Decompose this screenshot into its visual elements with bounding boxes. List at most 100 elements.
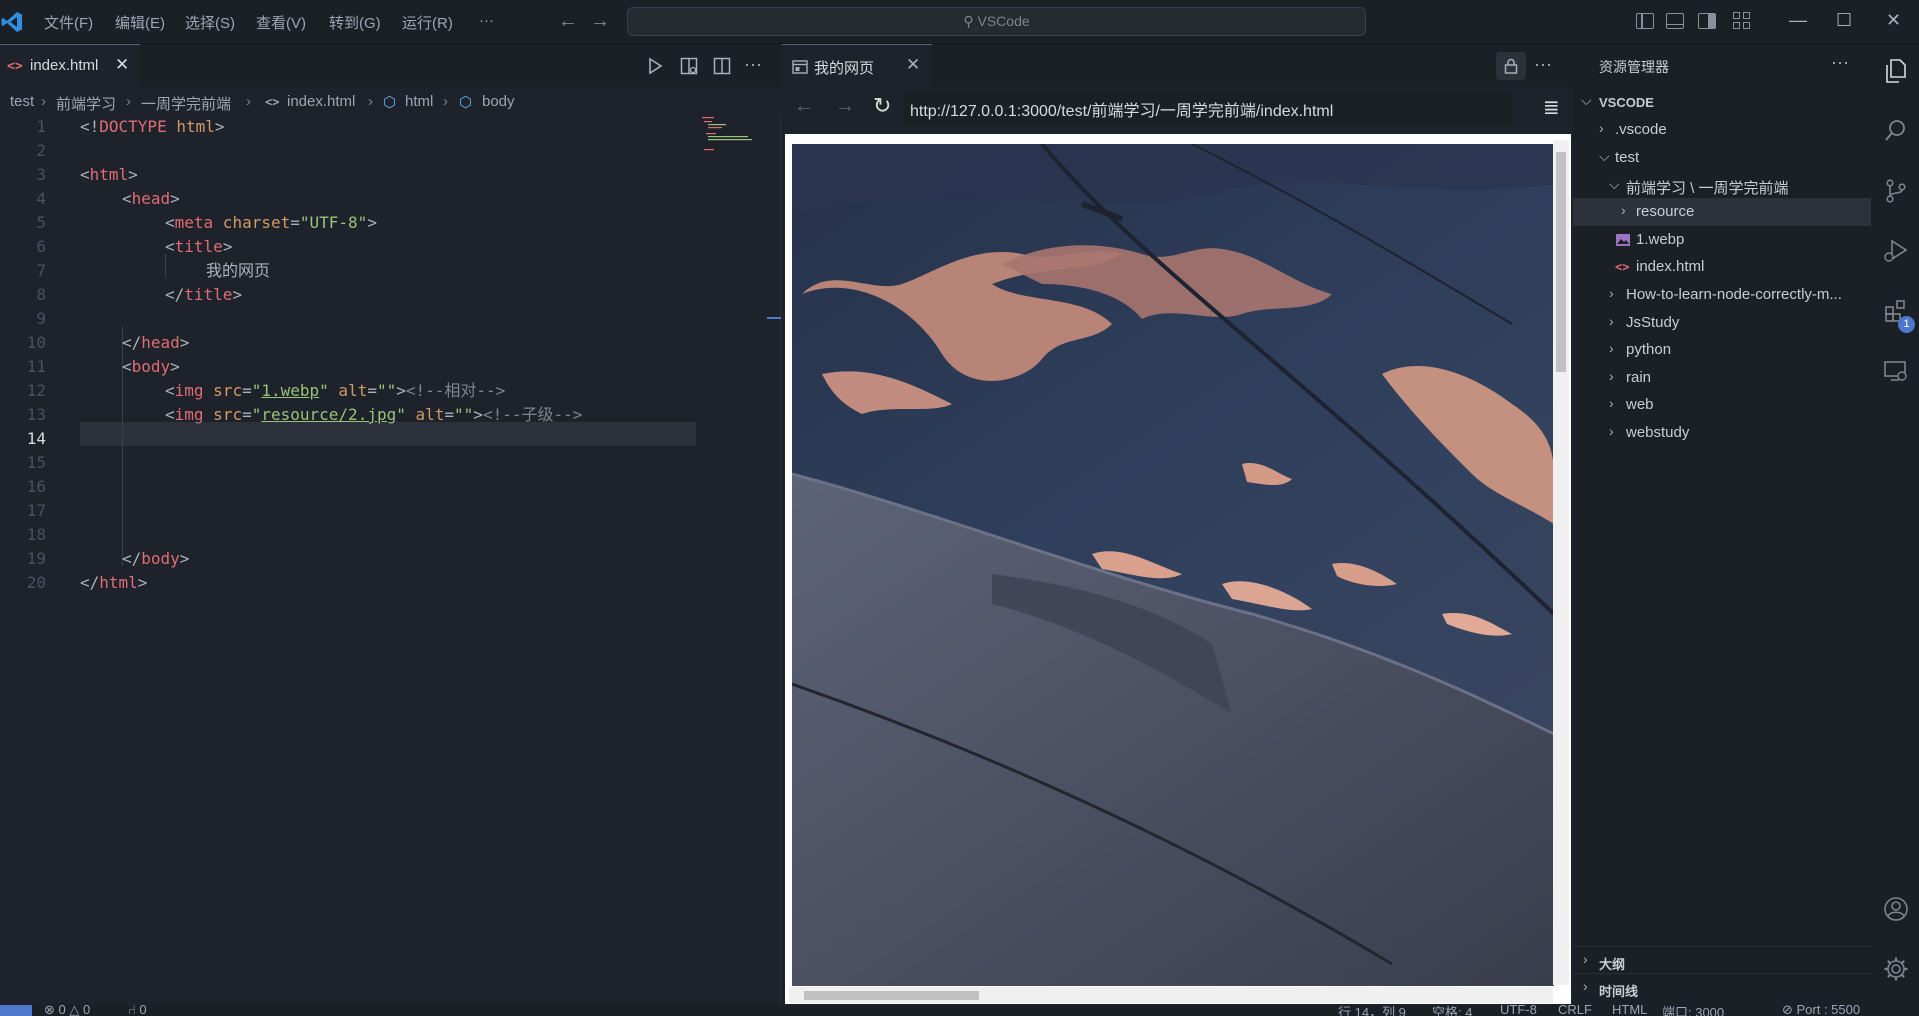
html-file-icon: <> (265, 95, 280, 109)
settings-gear-icon[interactable] (1883, 956, 1909, 982)
explorer-more-icon[interactable]: ··· (1831, 52, 1849, 73)
explorer-files-icon[interactable] (1883, 58, 1909, 84)
cursor-position[interactable]: 行 14，列 9 (1338, 1005, 1406, 1016)
extensions-badge: 1 (1898, 316, 1915, 333)
account-icon[interactable] (1883, 896, 1909, 922)
folder-frontend-week[interactable]: ⌵ 前端学习 \ 一周学完前端 (1573, 172, 1871, 200)
search-icon[interactable] (1883, 118, 1909, 144)
maximize-icon[interactable]: ☐ (1836, 10, 1852, 31)
customize-layout-icon[interactable] (1733, 12, 1751, 30)
problems-status[interactable]: ⊗ 0 △ 0 (44, 1005, 90, 1016)
html-file-icon: <> (7, 59, 23, 74)
menu-run[interactable]: 运行(R) (402, 12, 453, 33)
more-actions-icon[interactable]: ··· (1534, 54, 1552, 75)
folder-test[interactable]: ⌵ test (1573, 144, 1871, 172)
close-icon[interactable]: ✕ (906, 55, 920, 75)
timeline-section[interactable]: › 时间线 (1573, 973, 1871, 1001)
menu-selection[interactable]: 选择(S) (185, 12, 235, 33)
scroll-thumb[interactable] (804, 991, 979, 1000)
breadcrumb-html[interactable]: html (405, 93, 433, 110)
code-line: 17 (26, 501, 46, 520)
code-line: 20 </html> (26, 573, 148, 592)
close-window-icon[interactable]: ✕ (1886, 10, 1901, 31)
folder-rain[interactable]: › rain (1573, 364, 1871, 392)
html-file-icon: <> (1615, 260, 1630, 274)
outline-section[interactable]: › 大纲 (1573, 946, 1871, 974)
folder-resource[interactable]: › resource (1573, 198, 1871, 226)
port-status[interactable]: 端口: 3000 (1662, 1005, 1724, 1016)
command-center-search[interactable]: ⚲ VSCode (627, 7, 1366, 36)
workspace-root[interactable]: ⌵ VSCODE (1573, 88, 1871, 116)
folder-vscode[interactable]: › .vscode (1573, 116, 1871, 144)
minimap[interactable] (700, 115, 760, 175)
source-control-icon[interactable] (1883, 178, 1909, 204)
folder-jsstudy[interactable]: › JsStudy (1573, 309, 1871, 337)
folder-python[interactable]: › python (1573, 336, 1871, 364)
url-input[interactable] (904, 93, 1512, 125)
chevron-right-icon: › (1609, 423, 1614, 439)
toggle-primary-sidebar-icon[interactable] (1636, 13, 1654, 29)
menu-icon[interactable]: ≣ (1543, 95, 1560, 120)
folder-how-to-learn-node[interactable]: › How-to-learn-node-correctly-m... (1573, 281, 1871, 309)
reload-icon[interactable]: ↻ (873, 93, 891, 119)
element-cube-icon: ⬡ (459, 94, 473, 111)
split-editor-icon[interactable] (713, 57, 731, 75)
preview-tab-bar: 我的网页 ✕ ··· (782, 44, 1573, 87)
remote-explorer-icon[interactable] (1883, 358, 1909, 384)
breadcrumb-file[interactable]: index.html (287, 93, 355, 110)
run-icon[interactable] (647, 57, 663, 75)
encoding-status[interactable]: UTF-8 (1500, 1005, 1537, 1016)
close-icon[interactable]: ✕ (115, 55, 129, 75)
minimize-icon[interactable]: — (1789, 10, 1807, 31)
nav-back-icon[interactable]: ← (558, 10, 578, 33)
breadcrumb-frontend[interactable]: 前端学习 (56, 93, 116, 114)
scroll-thumb[interactable] (1556, 152, 1566, 372)
breadcrumb-test[interactable]: test (10, 93, 34, 110)
open-preview-icon[interactable] (680, 57, 698, 75)
code-line: 11 <body> (26, 357, 180, 376)
more-actions-icon[interactable]: ··· (744, 54, 762, 75)
menu-file[interactable]: 文件(F) (44, 12, 93, 33)
ports-status[interactable]: ⑁ 0 (128, 1005, 147, 1016)
menu-goto[interactable]: 转到(G) (329, 12, 381, 33)
code-line-current: 14 (26, 429, 46, 448)
language-mode[interactable]: HTML (1612, 1005, 1647, 1016)
code-line: 19 </body> (26, 549, 190, 568)
breadcrumb-week[interactable]: 一周学完前端 (141, 93, 231, 114)
eol-status[interactable]: CRLF (1558, 1005, 1592, 1016)
file-1-webp[interactable]: 1.webp (1573, 226, 1871, 254)
code-line: 6 <title> (36, 237, 233, 256)
folder-webstudy[interactable]: › webstudy (1573, 419, 1871, 447)
code-line: 10 </head> (26, 333, 190, 352)
browser-back-icon[interactable]: ← (794, 95, 814, 118)
menu-edit[interactable]: 编辑(E) (115, 12, 165, 33)
code-line: 15 (26, 453, 46, 472)
tab-label: 我的网页 (814, 60, 875, 77)
tab-index-html[interactable]: <> index.html ✕ (0, 44, 140, 87)
tab-preview[interactable]: 我的网页 ✕ (782, 44, 932, 87)
chevron-right-icon: › (1583, 951, 1588, 967)
toggle-secondary-sidebar-icon[interactable] (1698, 13, 1716, 29)
folder-web[interactable]: › web (1573, 391, 1871, 419)
chevron-right-icon: › (1609, 395, 1614, 411)
breadcrumb-body[interactable]: body (482, 93, 515, 110)
menu-view[interactable]: 查看(V) (256, 12, 306, 33)
run-debug-icon[interactable] (1883, 238, 1909, 264)
page-horizontal-scrollbar[interactable] (789, 987, 1553, 1003)
menu-more[interactable]: ··· (479, 12, 494, 29)
toggle-panel-icon[interactable] (1666, 13, 1684, 29)
lock-editor-button[interactable] (1496, 52, 1526, 80)
remote-indicator[interactable] (0, 1005, 32, 1016)
code-editor[interactable]: 1 <!DOCTYPE html> 2 3 <html> 4 <head> 5 <met… (0, 115, 781, 1005)
nav-forward-icon[interactable]: → (590, 10, 610, 33)
live-server-status[interactable]: ⊘ Port : 5500 (1782, 1005, 1860, 1016)
editor-scrollbar[interactable] (767, 115, 781, 1005)
code-line: 4 <head> (36, 189, 180, 208)
vscode-logo-icon[interactable] (0, 10, 24, 34)
rendered-webp-image (792, 144, 1554, 986)
page-vertical-scrollbar[interactable] (1553, 140, 1569, 985)
file-index-html[interactable]: <> index.html (1573, 253, 1871, 281)
code-line: 16 (26, 477, 46, 496)
indentation-status[interactable]: 空格: 4 (1432, 1005, 1472, 1016)
browser-forward-icon[interactable]: → (835, 95, 855, 118)
